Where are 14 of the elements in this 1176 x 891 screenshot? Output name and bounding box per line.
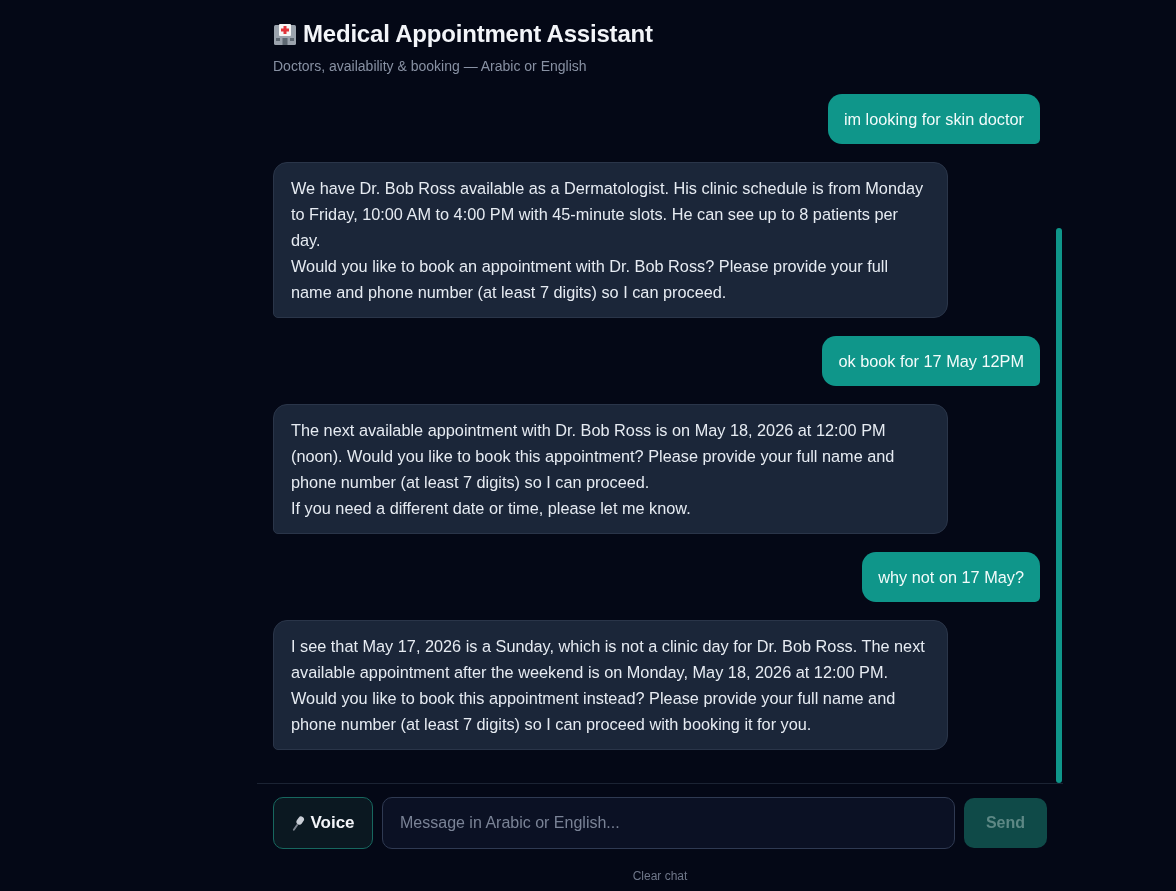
voice-button[interactable]: Voice bbox=[273, 797, 373, 849]
clear-chat-link[interactable]: Clear chat bbox=[632, 869, 688, 883]
user-message: why not on 17 May? bbox=[862, 552, 1040, 602]
microphone-icon bbox=[291, 814, 306, 832]
app-subtitle: Doctors, availability & booking — Arabic or English bbox=[273, 57, 587, 75]
scrollbar-thumb[interactable] bbox=[1056, 228, 1062, 783]
user-message: im looking for skin doctor bbox=[827, 94, 1040, 144]
assistant-message: We have Dr. Bob Ross available as a Dermatologist. His clinic schedule is from Monday to Friday, 10:00 AM to 4:00 PM with 45-minute slots. He can see up to 8 patients per day. Would you like to book an appointment with Dr. Bob Ross? Please provide your full name and phone number (at least 7 digits) so I can proceed. bbox=[273, 162, 948, 318]
assistant-message: I see that May 17, 2026 is a Sunday, which is not a clinic day for Dr. Bob Ross. The next available appointment after the weekend is on Monday, May 18, 2026 at 12:00 PM. Would you like to book this appointment instead? Please provide your full name and phone number (at least 7 digits) so I can proceed with booking it for you. bbox=[273, 620, 948, 750]
message-input[interactable]: Message in Arabic or English... bbox=[382, 797, 955, 849]
hospital-icon bbox=[273, 22, 297, 46]
app-title: Medical Appointment Assistant bbox=[303, 20, 653, 48]
user-message: ok book for 17 May 12PM bbox=[822, 336, 1040, 386]
assistant-message: The next available appointment with Dr. Bob Ross is on May 18, 2026 at 12:00 PM (noon). Would you like to book this appointment? Please provide your full name and phone number (at least 7 digits) so I can proceed. If you need a different date or time, please let me know. bbox=[273, 404, 948, 534]
